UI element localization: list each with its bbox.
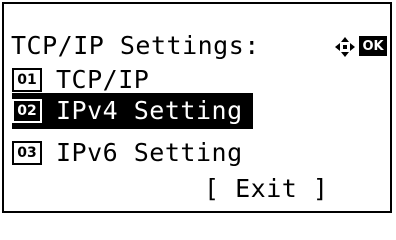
menu-item-number: 02 xyxy=(12,99,42,123)
menu-item-number: 01 xyxy=(12,68,42,92)
lcd-panel: TCP/IP Settings: OK 01 TCP/IP 02 IPv4 Se… xyxy=(2,2,392,213)
menu-item-label: IPv6 Setting xyxy=(56,138,243,167)
four-way-arrow-icon xyxy=(334,35,356,57)
menu-item-ipv4-setting[interactable]: 02 IPv4 Setting xyxy=(12,93,253,129)
menu-item-label: IPv4 Setting xyxy=(56,96,243,125)
ok-icon: OK xyxy=(359,36,387,56)
screen-title: TCP/IP Settings: xyxy=(11,31,260,60)
menu-item-number: 03 xyxy=(12,141,42,165)
nav-icons: OK xyxy=(334,35,387,57)
exit-button[interactable]: [ Exit ] xyxy=(204,171,328,207)
exit-row: [ Exit ] xyxy=(4,171,390,207)
menu-item-ipv6-setting[interactable]: 03 IPv6 Setting xyxy=(12,135,243,171)
title-row: TCP/IP Settings: OK xyxy=(4,28,390,64)
